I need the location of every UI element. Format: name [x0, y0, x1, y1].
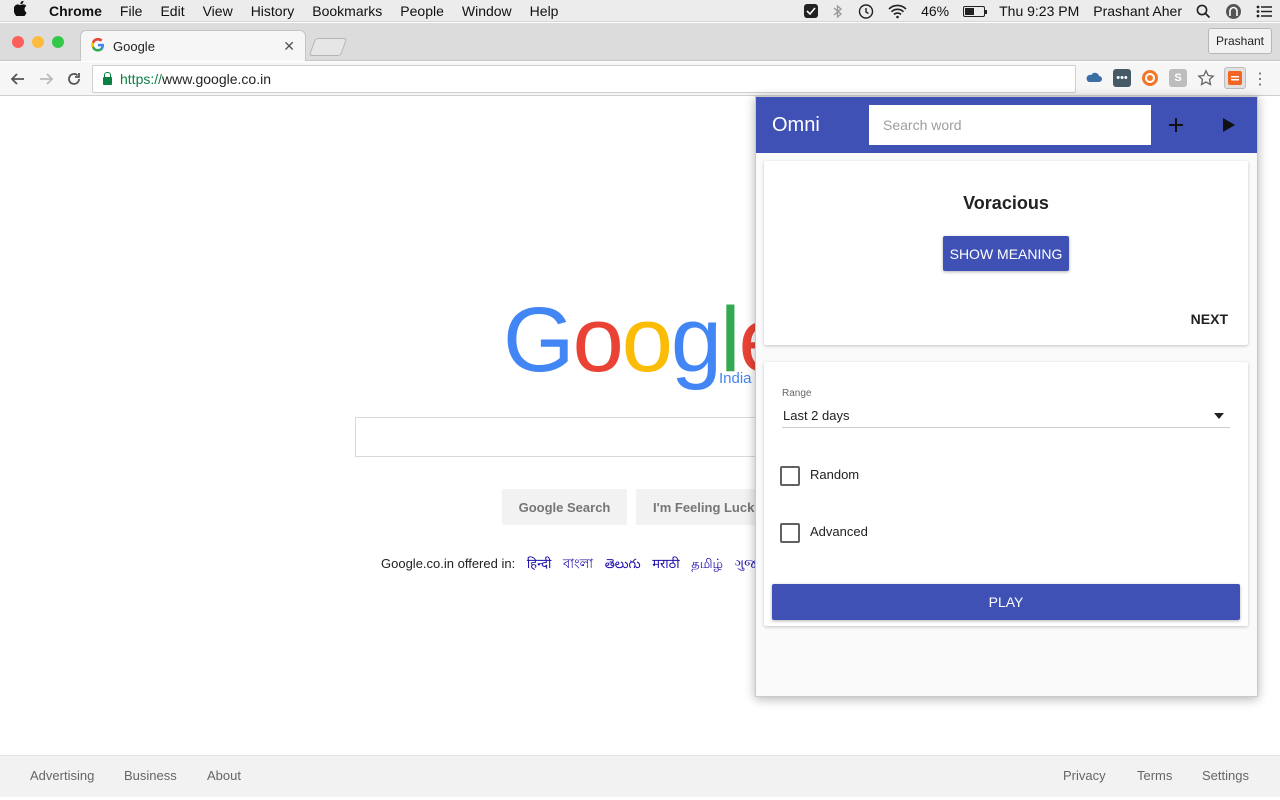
footer-link-privacy[interactable]: Privacy — [1063, 768, 1106, 783]
word-card: Voracious SHOW MEANING NEXT — [764, 161, 1248, 345]
plus-icon[interactable] — [1162, 111, 1190, 139]
google-region-label: India — [719, 370, 752, 387]
time-machine-icon[interactable] — [850, 3, 881, 20]
google-search-button[interactable]: Google Search — [502, 489, 627, 525]
dots-extension-icon[interactable]: ••• — [1113, 69, 1131, 87]
window-controls — [12, 36, 64, 48]
address-bar[interactable]: https://www.google.co.in — [92, 65, 1076, 93]
mac-menubar: Chrome File Edit View History Bookmarks … — [0, 0, 1280, 22]
language-link-tamil[interactable]: தமிழ் — [691, 556, 723, 571]
omni-extension-icon[interactable] — [1224, 67, 1246, 89]
range-value: Last 2 days — [783, 408, 850, 423]
bookmark-star-icon[interactable] — [1197, 69, 1215, 87]
url-scheme: https:// — [120, 71, 162, 87]
chrome-menu-icon[interactable]: ⋮ — [1252, 69, 1268, 89]
cloud-extension-icon[interactable] — [1085, 69, 1103, 87]
google-favicon-icon — [91, 38, 105, 55]
tab-google[interactable]: Google ✕ — [80, 30, 306, 61]
orange-extension-icon[interactable] — [1141, 69, 1159, 87]
logo-letter: G — [503, 290, 573, 390]
browser-tab-strip: Google ✕ Prashant — [0, 23, 1280, 61]
browser-toolbar: https://www.google.co.in ••• S ⋮ — [0, 62, 1280, 96]
menubar-status-area: 46% Thu 9:23 PM Prashant Aher — [796, 0, 1280, 22]
close-tab-icon[interactable]: ✕ — [283, 38, 295, 55]
range-label: Range — [782, 388, 811, 399]
spotlight-search-icon[interactable] — [1189, 4, 1218, 19]
battery-percent[interactable]: 46% — [914, 3, 956, 19]
next-button[interactable]: NEXT — [1191, 311, 1228, 327]
footer-link-advertising[interactable]: Advertising — [30, 768, 94, 783]
play-settings-card: Range Last 2 days Random Advanced PLAY — [764, 362, 1248, 626]
google-footer: Advertising Business About Privacy Terms… — [0, 755, 1280, 797]
logo-letter: o — [622, 290, 671, 390]
menu-app-name[interactable]: Chrome — [40, 3, 111, 19]
forward-arrow-icon[interactable] — [34, 67, 58, 91]
back-arrow-icon[interactable] — [6, 67, 30, 91]
s-extension-icon[interactable]: S — [1169, 69, 1187, 87]
menu-window[interactable]: Window — [453, 3, 521, 19]
menu-view[interactable]: View — [194, 3, 242, 19]
menu-edit[interactable]: Edit — [151, 3, 193, 19]
advanced-label: Advanced — [810, 524, 868, 539]
logo-letter: o — [573, 290, 622, 390]
play-button[interactable]: PLAY — [772, 584, 1240, 620]
menubar-user[interactable]: Prashant Aher — [1086, 3, 1189, 19]
popup-header: Omni — [756, 97, 1257, 153]
range-select[interactable]: Last 2 days — [782, 404, 1230, 428]
reload-icon[interactable] — [62, 67, 86, 91]
offered-in-label: Google.co.in offered in: — [381, 556, 515, 571]
menu-history[interactable]: History — [242, 3, 304, 19]
random-checkbox[interactable] — [780, 466, 800, 486]
menu-help[interactable]: Help — [521, 3, 568, 19]
language-link-bengali[interactable]: বাংলা — [563, 556, 593, 571]
show-meaning-button[interactable]: SHOW MEANING — [943, 236, 1069, 271]
language-link-telugu[interactable]: తెలుగు — [605, 556, 641, 571]
footer-link-terms[interactable]: Terms — [1137, 768, 1172, 783]
siri-icon[interactable] — [1218, 3, 1249, 20]
random-label: Random — [810, 467, 859, 482]
language-link-hindi[interactable]: हिन्दी — [527, 556, 552, 571]
play-icon[interactable] — [1215, 111, 1243, 139]
omni-extension-popup: Omni Voracious SHOW MEANING NEXT Range L… — [755, 96, 1258, 697]
menu-file[interactable]: File — [111, 3, 152, 19]
apple-menu-icon[interactable] — [0, 1, 40, 20]
dropdown-arrow-icon — [1214, 413, 1224, 419]
footer-link-business[interactable]: Business — [124, 768, 177, 783]
tab-title: Google — [113, 39, 155, 54]
zoom-window-button[interactable] — [52, 36, 64, 48]
menu-bookmarks[interactable]: Bookmarks — [303, 3, 391, 19]
advanced-checkbox[interactable] — [780, 523, 800, 543]
menu-people[interactable]: People — [391, 3, 453, 19]
wifi-icon[interactable] — [881, 4, 914, 19]
battery-fill — [965, 8, 974, 15]
close-window-button[interactable] — [12, 36, 24, 48]
new-tab-button[interactable] — [309, 38, 348, 56]
search-word-input[interactable] — [869, 105, 1151, 145]
notification-center-icon[interactable] — [1249, 5, 1280, 18]
footer-link-settings[interactable]: Settings — [1202, 768, 1249, 783]
secure-lock-icon[interactable] — [103, 77, 112, 85]
status-app-icon[interactable] — [796, 3, 826, 19]
minimize-window-button[interactable] — [32, 36, 44, 48]
footer-link-about[interactable]: About — [207, 768, 241, 783]
language-link-marathi[interactable]: मराठी — [652, 556, 679, 571]
battery-icon[interactable] — [956, 6, 992, 17]
logo-letter: g — [671, 290, 720, 390]
menubar-clock[interactable]: Thu 9:23 PM — [992, 3, 1086, 19]
popup-title: Omni — [772, 114, 820, 137]
profile-button[interactable]: Prashant — [1208, 28, 1272, 54]
current-word: Voracious — [764, 193, 1248, 214]
url-host: www.google.co.in — [162, 71, 271, 87]
bluetooth-icon[interactable] — [826, 4, 850, 19]
offered-in-languages: Google.co.in offered in: हिन्दी বাংলা తె… — [381, 554, 779, 576]
